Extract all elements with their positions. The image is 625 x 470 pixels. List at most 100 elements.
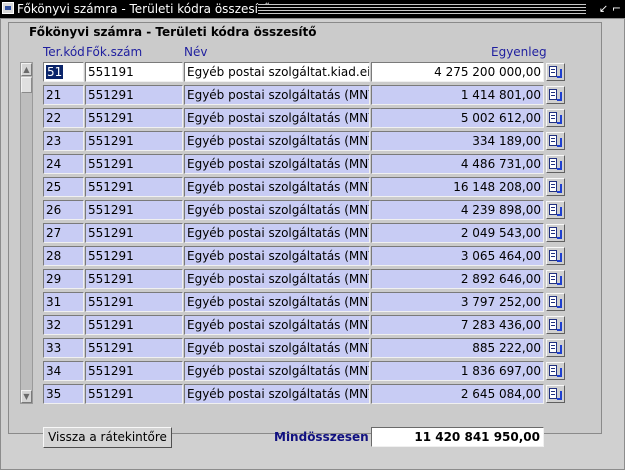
egyenleg-field-value: 16 148 208,00 (453, 180, 541, 194)
fok-szam-field[interactable]: 551291 (85, 315, 183, 335)
ter-kod-field[interactable]: 34 (43, 361, 84, 381)
ter-kod-field[interactable]: 25 (43, 177, 84, 197)
nev-field[interactable]: Egyéb postai szolgáltatás (MNY (184, 338, 370, 358)
fok-szam-field[interactable]: 551191 (85, 62, 183, 82)
fok-szam-field[interactable]: 551291 (85, 154, 183, 174)
nev-field[interactable]: Egyéb postai szolgáltatás (MNY (184, 246, 370, 266)
fok-szam-field[interactable]: 551291 (85, 200, 183, 220)
egyenleg-field[interactable]: 4 486 731,00 (371, 154, 544, 174)
egyenleg-field[interactable]: 5 002 612,00 (371, 108, 544, 128)
table-row[interactable]: 32 551291 Egyéb postai szolgáltatás (MNY 7 … (0, 315, 600, 335)
egyenleg-field[interactable]: 3 797 252,00 (371, 292, 544, 312)
drill-down-button[interactable] (546, 339, 565, 357)
egyenleg-field[interactable]: 2 049 543,00 (371, 223, 544, 243)
drill-down-button[interactable] (546, 178, 565, 196)
fok-szam-field[interactable]: 551291 (85, 108, 183, 128)
table-row[interactable]: 28 551291 Egyéb postai szolgáltatás (MNY 3 … (0, 246, 600, 266)
table-row[interactable]: 29 551291 Egyéb postai szolgáltatás (MNY 2 … (0, 269, 600, 289)
nev-field[interactable]: Egyéb postai szolgáltatás (MNY (184, 384, 370, 404)
fok-szam-field[interactable]: 551291 (85, 361, 183, 381)
minimize-icon[interactable]: ↙ (598, 3, 609, 14)
table-row[interactable]: 34 551291 Egyéb postai szolgáltatás (MNY 1 … (0, 361, 600, 381)
table-row[interactable]: 51 551191 Egyéb postai szolgáltat.kiad.ei.… (0, 62, 600, 82)
table-row[interactable]: 24 551291 Egyéb postai szolgáltatás (MNY 4 … (0, 154, 600, 174)
fok-szam-field[interactable]: 551291 (85, 269, 183, 289)
drill-down-button[interactable] (546, 224, 565, 242)
drill-down-button[interactable] (546, 201, 565, 219)
nev-field[interactable]: Egyéb postai szolgáltatás (MNY (184, 131, 370, 151)
app-window-icon[interactable] (2, 2, 14, 14)
table-row[interactable]: 26 551291 Egyéb postai szolgáltatás (MNY 4 … (0, 200, 600, 220)
nev-field[interactable]: Egyéb postai szolgáltatás (MNY (184, 108, 370, 128)
fok-szam-field[interactable]: 551291 (85, 85, 183, 105)
drill-down-button[interactable] (546, 247, 565, 265)
fok-szam-field[interactable]: 551291 (85, 292, 183, 312)
ter-kod-field[interactable]: 21 (43, 85, 84, 105)
ter-kod-field[interactable]: 27 (43, 223, 84, 243)
window-titlebar[interactable]: Főkönyvi számra - Területi kódra összesí… (0, 0, 625, 18)
egyenleg-field[interactable]: 2 645 084,00 (371, 384, 544, 404)
nev-field[interactable]: Egyéb postai szolgáltatás (MNY (184, 177, 370, 197)
block-title: Főkönyvi számra - Területi kódra összesí… (29, 25, 317, 39)
ter-kod-field[interactable]: 31 (43, 292, 84, 312)
egyenleg-field[interactable]: 334 189,00 (371, 131, 544, 151)
ter-kod-field[interactable]: 22 (43, 108, 84, 128)
document-icon (549, 365, 557, 376)
table-row[interactable]: 33 551291 Egyéb postai szolgáltatás (MNY 88… (0, 338, 600, 358)
egyenleg-field[interactable]: 4 275 200 000,00 (371, 62, 544, 82)
nev-field[interactable]: Egyéb postai szolgáltatás (MNY (184, 269, 370, 289)
drill-down-button[interactable] (546, 132, 565, 150)
fok-szam-field-value: 551291 (88, 180, 134, 194)
drill-down-button[interactable] (546, 109, 565, 127)
fok-szam-field[interactable]: 551291 (85, 131, 183, 151)
egyenleg-field[interactable]: 7 283 436,00 (371, 315, 544, 335)
table-row[interactable]: 21 551291 Egyéb postai szolgáltatás (MNY 1 … (0, 85, 600, 105)
nev-field[interactable]: Egyéb postai szolgáltatás (MNY (184, 315, 370, 335)
nev-field[interactable]: Egyéb postai szolgáltatás (MNY (184, 154, 370, 174)
egyenleg-field[interactable]: 1 836 697,00 (371, 361, 544, 381)
drill-down-button[interactable] (546, 316, 565, 334)
drill-down-button[interactable] (546, 155, 565, 173)
table-row[interactable]: 23 551291 Egyéb postai szolgáltatás (MNY 33… (0, 131, 600, 151)
nev-field[interactable]: Egyéb postai szolgáltatás (MNY (184, 292, 370, 312)
maximize-icon[interactable]: ⌐ (611, 3, 622, 14)
fok-szam-field[interactable]: 551291 (85, 338, 183, 358)
table-row[interactable]: 22 551291 Egyéb postai szolgáltatás (MNY 5 … (0, 108, 600, 128)
drill-down-button[interactable] (546, 293, 565, 311)
egyenleg-field[interactable]: 3 065 464,00 (371, 246, 544, 266)
nev-field[interactable]: Egyéb postai szolgáltatás (MNY (184, 361, 370, 381)
table-row[interactable]: 25 551291 Egyéb postai szolgáltatás (MNY 16… (0, 177, 600, 197)
ter-kod-field[interactable]: 24 (43, 154, 84, 174)
table-row[interactable]: 35 551291 Egyéb postai szolgáltatás (MNY 2 … (0, 384, 600, 404)
fok-szam-field[interactable]: 551291 (85, 384, 183, 404)
ter-kod-field[interactable]: 23 (43, 131, 84, 151)
ter-kod-field[interactable]: 35 (43, 384, 84, 404)
egyenleg-field[interactable]: 16 148 208,00 (371, 177, 544, 197)
egyenleg-field[interactable]: 885 222,00 (371, 338, 544, 358)
egyenleg-field[interactable]: 2 892 646,00 (371, 269, 544, 289)
drill-down-button[interactable] (546, 385, 565, 403)
fok-szam-field[interactable]: 551291 (85, 177, 183, 197)
nev-field[interactable]: Egyéb postai szolgáltatás (MNY (184, 200, 370, 220)
ter-kod-field[interactable]: 29 (43, 269, 84, 289)
drill-down-button[interactable] (546, 63, 565, 81)
table-row[interactable]: 27 551291 Egyéb postai szolgáltatás (MNY 2 … (0, 223, 600, 243)
nev-field[interactable]: Egyéb postai szolgáltat.kiad.ei. (184, 62, 370, 82)
fok-szam-field[interactable]: 551291 (85, 223, 183, 243)
ter-kod-field[interactable]: 51 (43, 62, 84, 82)
nev-field[interactable]: Egyéb postai szolgáltatás (MNY (184, 223, 370, 243)
table-row[interactable]: 31 551291 Egyéb postai szolgáltatás (MNY 3 … (0, 292, 600, 312)
drill-down-button[interactable] (546, 86, 565, 104)
back-to-overview-button[interactable]: Vissza a rátekintőre (43, 427, 172, 448)
drill-down-button[interactable] (546, 270, 565, 288)
ter-kod-field[interactable]: 26 (43, 200, 84, 220)
fok-szam-field[interactable]: 551291 (85, 246, 183, 266)
egyenleg-field[interactable]: 4 239 898,00 (371, 200, 544, 220)
egyenleg-field[interactable]: 1 414 801,00 (371, 85, 544, 105)
ter-kod-field[interactable]: 32 (43, 315, 84, 335)
fok-szam-field-value: 551291 (88, 272, 134, 286)
ter-kod-field[interactable]: 28 (43, 246, 84, 266)
nev-field[interactable]: Egyéb postai szolgáltatás (MNY (184, 85, 370, 105)
drill-down-button[interactable] (546, 362, 565, 380)
ter-kod-field[interactable]: 33 (43, 338, 84, 358)
